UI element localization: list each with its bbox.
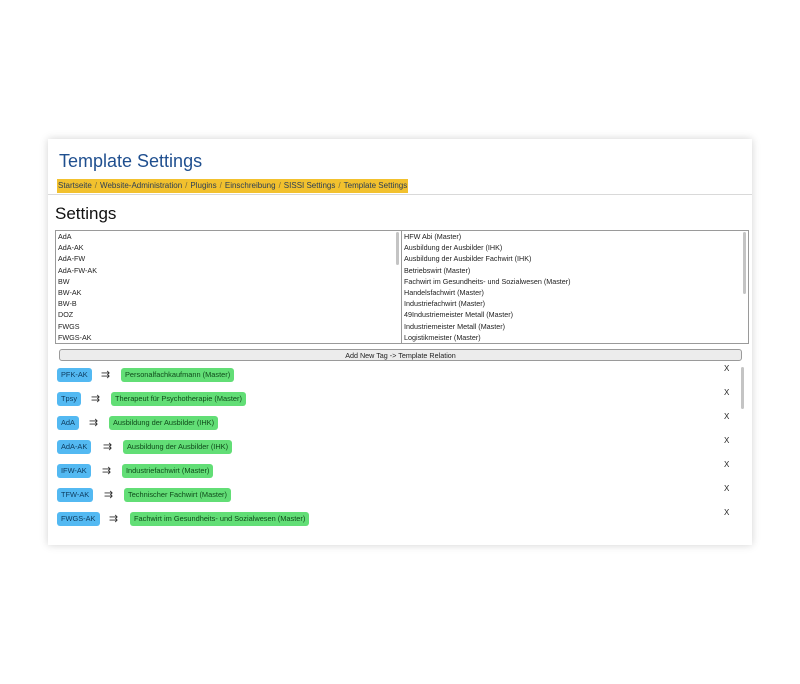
relation-arrow-icon: ⇉: [104, 489, 114, 501]
template-badge: Ausbildung der Ausbilder (IHK): [109, 416, 219, 430]
scrollbar-thumb[interactable]: [741, 367, 744, 409]
relation-row: AdA ⇉ Ausbildung der Ausbilder (IHK) X: [48, 412, 752, 433]
scrollbar-thumb[interactable]: [396, 232, 399, 265]
template-badge: Fachwirt im Gesundheits- und Sozialwesen…: [130, 512, 310, 526]
tag-option[interactable]: AdA-FW-AK: [56, 265, 401, 276]
breadcrumb-separator: /: [94, 181, 98, 190]
template-option[interactable]: Fachwirt im Gesundheits- und Sozialwesen…: [402, 276, 748, 287]
breadcrumb-einschreibung[interactable]: Einschreibung: [225, 181, 276, 190]
relation-list-scrollbar[interactable]: [741, 367, 745, 545]
tag-option[interactable]: BW: [56, 276, 401, 287]
breadcrumb-sissi-settings[interactable]: SISSI Settings: [284, 181, 336, 190]
breadcrumb-separator: /: [278, 181, 281, 190]
tag-select-list[interactable]: AdA AdA-AK AdA-FW AdA-FW-AK BW BW-AK BW-…: [55, 230, 402, 344]
relation-arrow-icon: ⇉: [109, 513, 119, 525]
remove-relation-button[interactable]: X: [724, 484, 729, 493]
breadcrumb: Startseite / Website-Administration / Plugin…: [57, 179, 409, 193]
relation-row: FWGS-AK ⇉ Fachwirt im Gesundheits- und S…: [48, 508, 752, 529]
tag-badge: AdA: [57, 416, 79, 430]
relation-arrow-icon: ⇉: [103, 441, 113, 453]
template-option[interactable]: Ausbildung der Ausbilder Fachwirt (IHK): [402, 253, 748, 264]
remove-relation-button[interactable]: X: [724, 364, 729, 373]
scrollbar-thumb[interactable]: [743, 232, 746, 294]
breadcrumb-plugins[interactable]: Plugins: [190, 181, 216, 190]
template-option[interactable]: Ausbildung der Ausbilder (IHK): [402, 242, 748, 253]
template-option[interactable]: Logistikmeister (Master): [402, 332, 748, 343]
remove-relation-button[interactable]: X: [724, 436, 729, 445]
breadcrumb-startseite[interactable]: Startseite: [58, 181, 92, 190]
remove-relation-button[interactable]: X: [724, 460, 729, 469]
tag-option[interactable]: AdA-FW: [56, 253, 401, 264]
template-option[interactable]: Industriemeister Metall (Master): [402, 321, 748, 332]
header-divider: [48, 194, 752, 195]
relation-row: IFW-AK ⇉ Industriefachwirt (Master) X: [48, 460, 752, 481]
tag-option[interactable]: DOZ: [56, 309, 401, 320]
relation-row: AdA-AK ⇉ Ausbildung der Ausbilder (IHK) …: [48, 436, 752, 457]
tag-list-scrollbar[interactable]: [396, 232, 400, 342]
tag-option[interactable]: AdA-AK: [56, 242, 401, 253]
section-title: Settings: [55, 204, 117, 223]
relation-list: PFK-AK ⇉ Personalfachkaufmann (Master) X…: [48, 364, 752, 545]
tag-option[interactable]: FWGS: [56, 321, 401, 332]
template-option[interactable]: Betriebswirt (Master): [402, 265, 748, 276]
template-list-scrollbar[interactable]: [743, 232, 747, 342]
relation-arrow-icon: ⇉: [91, 393, 101, 405]
tag-option[interactable]: FWGS-AK: [56, 332, 401, 343]
template-option[interactable]: 49Industriemeister Metall (Master): [402, 309, 748, 320]
breadcrumb-website-administration[interactable]: Website-Administration: [100, 181, 182, 190]
add-relation-button[interactable]: Add New Tag -> Template Relation: [59, 349, 742, 361]
template-badge: Therapeut für Psychotherapie (Master): [111, 392, 246, 406]
relation-arrow-icon: ⇉: [101, 369, 111, 381]
tag-option[interactable]: AdA: [56, 231, 401, 242]
remove-relation-button[interactable]: X: [724, 388, 729, 397]
breadcrumb-separator: /: [219, 181, 222, 190]
remove-relation-button[interactable]: X: [724, 508, 729, 517]
breadcrumb-separator: /: [338, 181, 341, 190]
template-select-list[interactable]: HFW Abi (Master) Ausbildung der Ausbilde…: [401, 230, 749, 344]
template-badge: Technischer Fachwirt (Master): [124, 488, 231, 502]
relation-row: TFW-AK ⇉ Technischer Fachwirt (Master) X: [48, 484, 752, 505]
tag-badge: IFW-AK: [57, 464, 91, 478]
relation-arrow-icon: ⇉: [89, 417, 99, 429]
relation-row: PFK-AK ⇉ Personalfachkaufmann (Master) X: [48, 364, 752, 385]
template-badge: Personalfachkaufmann (Master): [121, 368, 235, 382]
tag-badge: Tpsy: [57, 392, 82, 406]
tag-badge: AdA-AK: [57, 440, 92, 454]
template-badge: Industriefachwirt (Master): [122, 464, 214, 478]
tag-badge: PFK-AK: [57, 368, 92, 382]
template-option[interactable]: Handelsfachwirt (Master): [402, 287, 748, 298]
tag-badge: TFW-AK: [57, 488, 94, 502]
settings-window: Template Settings Startseite / Website-Adm…: [48, 139, 752, 545]
relation-row: Tpsy ⇉ Therapeut für Psychotherapie (Mas…: [48, 388, 752, 409]
template-badge: Ausbildung der Ausbilder (IHK): [123, 440, 233, 454]
tag-badge: FWGS-AK: [57, 512, 100, 526]
breadcrumb-template-settings: Template Settings: [343, 181, 408, 190]
relation-arrow-icon: ⇉: [102, 465, 112, 477]
tag-option[interactable]: BW-AK: [56, 287, 401, 298]
remove-relation-button[interactable]: X: [724, 412, 729, 421]
template-option[interactable]: HFW Abi (Master): [402, 231, 748, 242]
template-option[interactable]: Industriefachwirt (Master): [402, 298, 748, 309]
breadcrumb-separator: /: [185, 181, 188, 190]
tag-option[interactable]: BW-B: [56, 298, 401, 309]
page-title: Template Settings: [59, 151, 203, 171]
